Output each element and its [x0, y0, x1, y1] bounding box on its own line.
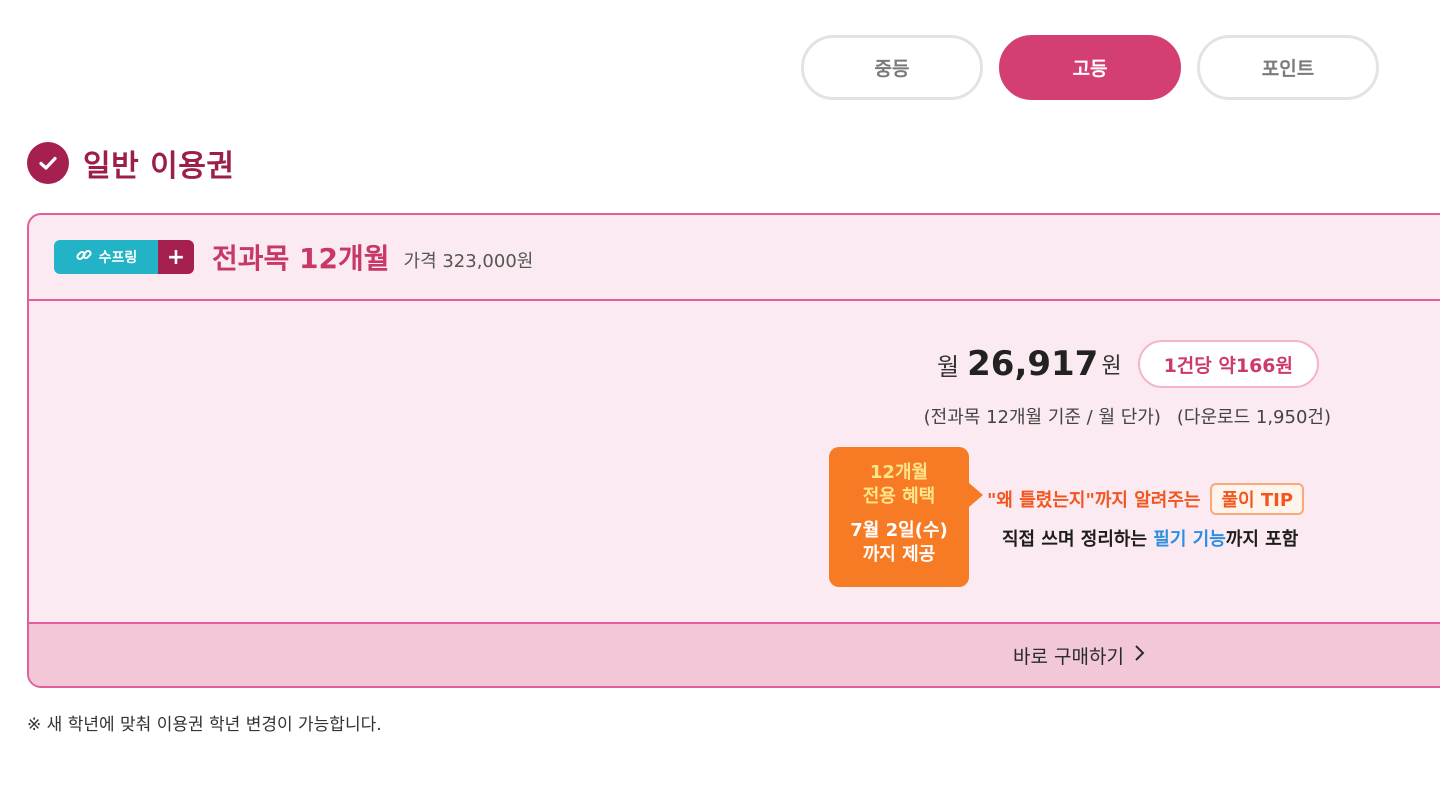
brand-badge: 수프링 +: [54, 240, 194, 274]
section-header: 일반 이용권: [27, 141, 234, 185]
tab-middle-school[interactable]: 중등: [801, 35, 983, 100]
plan-card: 수프링 + 전과목 12개월 가격 323,000원 월 26,917 원 1건…: [27, 213, 1440, 688]
benefit-line-notes-highlight: 필기 기능: [1153, 529, 1226, 550]
monthly-unit: 원: [1101, 354, 1122, 379]
buy-now-button[interactable]: 바로 구매하기: [29, 622, 1440, 686]
monthly-price-row: 월 26,917 원 1건당 약166원: [937, 340, 1319, 388]
grade-change-note: ※ 새 학년에 맞춰 이용권 학년 변경이 가능합니다.: [27, 715, 382, 735]
benefit-line-tip: "왜 틀렸는지"까지 알려주는 풀이 TIP: [987, 483, 1305, 515]
section-title: 일반 이용권: [83, 149, 235, 184]
benefit-callout: 12개월 전용 혜택 7월 2일(수) 까지 제공: [829, 447, 983, 587]
buy-now-label: 바로 구매하기: [1013, 646, 1124, 668]
monthly-price: 26,917: [967, 344, 1099, 384]
plan-price: 가격 323,000원: [403, 251, 534, 272]
benefit-title-line2: 전용 혜택: [862, 486, 936, 507]
link-icon: [75, 246, 93, 268]
brand-badge-label: 수프링: [54, 240, 158, 274]
benefit-line-notes-suffix: 까지 포함: [1225, 529, 1299, 550]
per-item-badge: 1건당 약166원: [1137, 340, 1319, 388]
benefit-title: 12개월 전용 혜택: [829, 461, 969, 509]
monthly-prefix: 월: [937, 352, 960, 381]
brand-name: 수프링: [98, 250, 138, 266]
plus-icon: +: [158, 240, 194, 274]
benefit-line-tip-text: "왜 틀렸는지"까지 알려주는: [987, 490, 1201, 511]
benefit-date-line1: 7월 2일(수): [850, 520, 948, 541]
price-note: (전과목 12개월 기준 / 월 단가) (다운로드 1,950건): [924, 403, 1331, 429]
chevron-right-icon: [1134, 644, 1146, 667]
buy-now-label-wrap: 바로 구매하기: [1013, 642, 1146, 669]
benefit-title-line1: 12개월: [869, 462, 929, 483]
tip-badge: 풀이 TIP: [1210, 483, 1305, 515]
check-icon: [27, 142, 69, 184]
plan-name: 전과목 12개월: [212, 242, 390, 275]
tab-high-school[interactable]: 고등: [999, 35, 1181, 100]
benefit-date: 7월 2일(수) 까지 제공: [829, 519, 969, 567]
price-note-downloads: (다운로드 1,950건): [1176, 407, 1331, 428]
benefit-line-notes: 직접 쓰며 정리하는 필기 기능까지 포함: [1002, 525, 1298, 551]
page-root: 중등 고등 포인트 일반 이용권 수프링 + 전과목 12개월 가격 323,0…: [0, 0, 1440, 786]
tab-point[interactable]: 포인트: [1197, 35, 1379, 100]
benefit-date-line2: 까지 제공: [862, 544, 936, 565]
plan-card-header: 수프링 + 전과목 12개월 가격 323,000원: [29, 215, 1440, 301]
price-note-basis: (전과목 12개월 기준 / 월 단가): [923, 407, 1161, 428]
benefit-line-notes-prefix: 직접 쓰며 정리하는: [1002, 529, 1154, 550]
